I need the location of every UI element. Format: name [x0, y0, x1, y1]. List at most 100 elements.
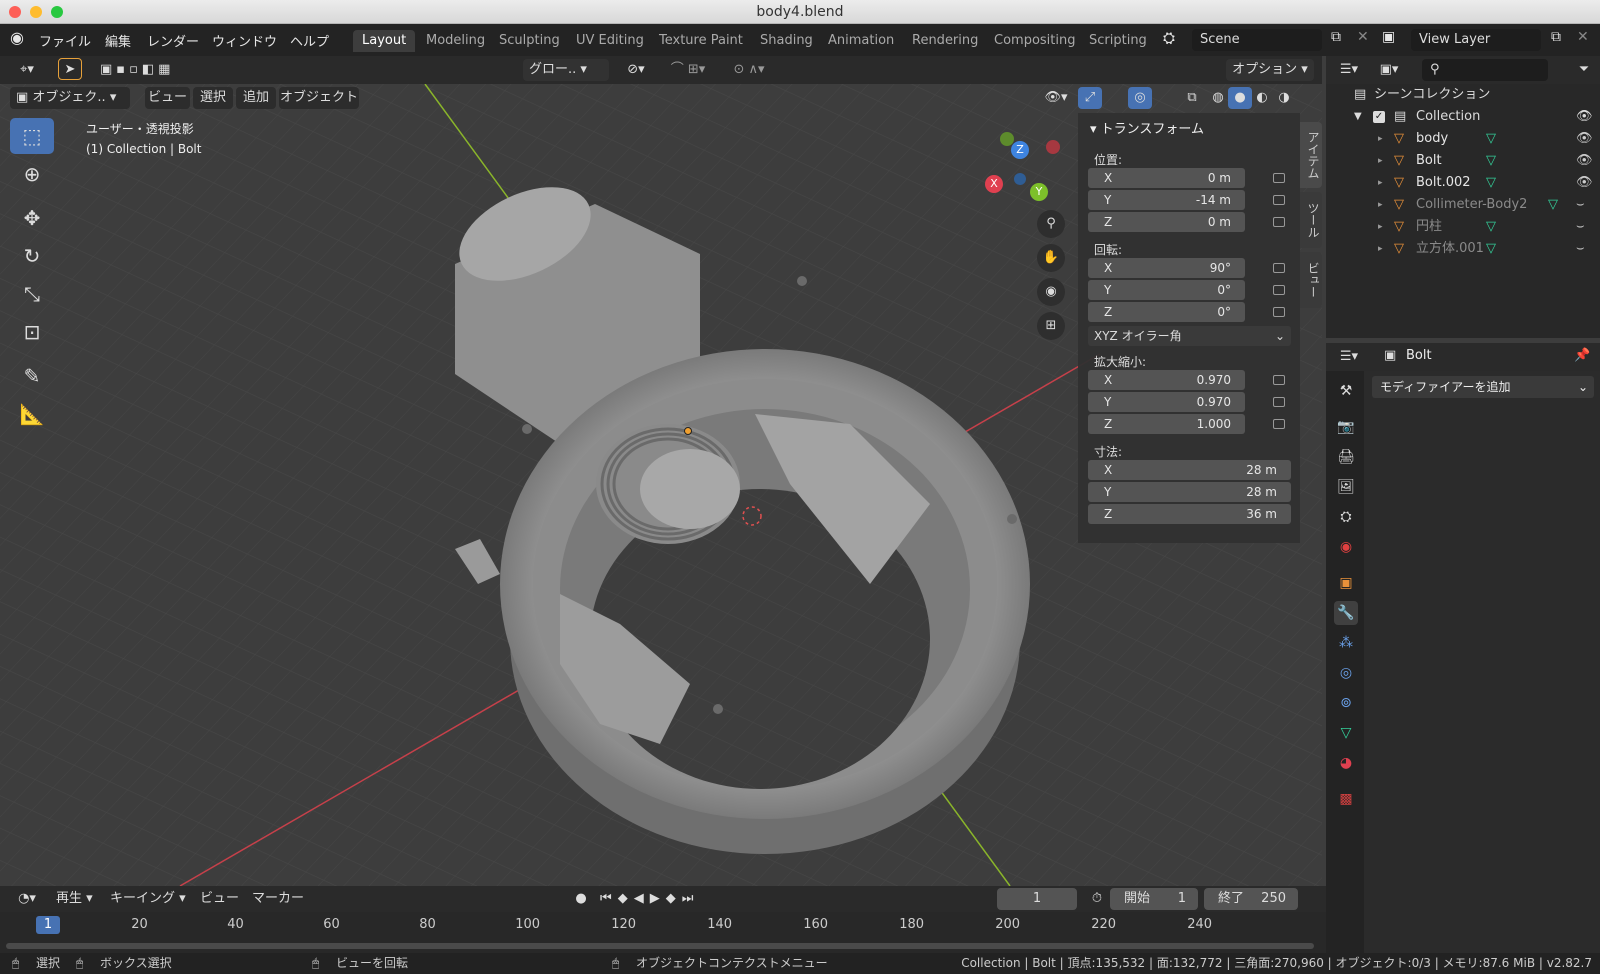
physics-tab-icon[interactable]: ◎	[1334, 661, 1358, 685]
tab-scripting[interactable]: Scripting	[1080, 30, 1156, 52]
end-frame-field[interactable]: 終了 250	[1204, 888, 1298, 910]
lock-icon[interactable]	[1273, 173, 1285, 183]
render-tab-icon[interactable]: 📷	[1334, 415, 1358, 439]
cursor-tool-icon[interactable]: ⊕	[10, 156, 54, 192]
sidebar-tab-item[interactable]: アイテム	[1300, 122, 1322, 188]
material-tab-icon[interactable]: ◕	[1334, 751, 1358, 775]
stopwatch-icon[interactable]: ⏱	[1087, 888, 1107, 910]
ortho-grid-icon[interactable]: ⊞	[1037, 312, 1065, 340]
view-layer-field[interactable]: View Layer	[1411, 29, 1541, 51]
zoom-window-button[interactable]	[51, 6, 63, 18]
menu-object[interactable]: オブジェクト	[279, 87, 359, 109]
properties-editor-type-icon[interactable]: ☰▾	[1332, 346, 1366, 368]
playhead[interactable]: 1	[36, 916, 60, 934]
start-frame-field[interactable]: 開始 1	[1110, 888, 1198, 910]
expand-arrow-icon[interactable]: ▸	[1378, 128, 1383, 150]
menu-render[interactable]: レンダー	[147, 31, 199, 50]
constraints-tab-icon[interactable]: ⊚	[1334, 691, 1358, 715]
eye-icon[interactable]: 👁	[1576, 172, 1593, 194]
mode-dropdown[interactable]: ▣ オブジェク.. ▾	[10, 87, 130, 109]
transform-panel-header[interactable]: ▾ トランスフォーム	[1090, 118, 1204, 137]
visibility-icon[interactable]: 👁▾	[1040, 87, 1072, 109]
display-mode-icon[interactable]: ▣▾	[1372, 59, 1406, 81]
timeline-ruler[interactable]: 1 20 40 60 80 100 120 140 160 180 200 220 240	[0, 912, 1326, 938]
measure-tool-icon[interactable]: 📐	[10, 396, 54, 432]
navigation-gizmo[interactable]: Z X Y	[985, 129, 1060, 204]
add-modifier-dropdown[interactable]: モディファイアーを追加 ⌄	[1372, 376, 1594, 398]
tab-animation[interactable]: Animation	[819, 30, 903, 52]
timeline-scrollbar[interactable]	[6, 943, 1314, 949]
editor-type-icon[interactable]: ☰▾	[1332, 59, 1366, 81]
scene-collection-row[interactable]: ▤ シーンコレクション	[1326, 84, 1600, 106]
xray-icon[interactable]: ⧉	[1180, 87, 1204, 109]
camera-icon[interactable]: ◉	[1037, 278, 1065, 306]
mesh-data-icon[interactable]: ▽	[1486, 172, 1496, 194]
tool-tab-icon[interactable]: ⚒	[1334, 379, 1358, 403]
rotation-y-field[interactable]: Y 0°	[1088, 280, 1245, 300]
menu-window[interactable]: ウィンドウ	[212, 31, 277, 50]
gizmo-x[interactable]: X	[985, 175, 1003, 193]
rotation-x-field[interactable]: X 90°	[1088, 258, 1245, 278]
record-icon[interactable]: ●	[570, 888, 592, 910]
eye-icon[interactable]: 👁	[1576, 106, 1593, 128]
new-view-layer-icon[interactable]: ⧉	[1551, 29, 1561, 45]
lock-icon[interactable]	[1273, 397, 1285, 407]
expand-arrow-icon[interactable]: ▼	[1354, 106, 1362, 128]
lock-icon[interactable]	[1273, 285, 1285, 295]
tab-uv-editing[interactable]: UV Editing	[567, 30, 653, 52]
gizmo-neg-x[interactable]	[1046, 140, 1060, 154]
expand-arrow-icon[interactable]: ▸	[1378, 172, 1383, 194]
gizmo-toggle-icon[interactable]: ⤢	[1078, 87, 1102, 109]
scale-x-field[interactable]: X 0.970	[1088, 370, 1245, 390]
output-tab-icon[interactable]: 🖨	[1334, 445, 1358, 469]
pin-icon[interactable]: 📌	[1574, 348, 1590, 363]
outliner-item-row[interactable]: ▸ ▽ Bolt.002 ▽ 👁	[1326, 172, 1600, 194]
expand-arrow-icon[interactable]: ▸	[1378, 150, 1383, 172]
outliner-item-row[interactable]: ▸ ▽ 円柱 ▽ ⌣	[1326, 216, 1600, 238]
menu-file[interactable]: ファイル	[39, 31, 91, 50]
data-tab-icon[interactable]: ▽	[1334, 721, 1358, 745]
dimension-x-field[interactable]: X 28 m	[1088, 460, 1291, 480]
playback-controls[interactable]: ⏮◆◀▶◆⏭	[600, 888, 732, 910]
expand-arrow-icon[interactable]: ▸	[1378, 216, 1383, 238]
tab-modeling[interactable]: Modeling	[417, 30, 494, 52]
move-tool-icon[interactable]: ✥	[10, 200, 54, 236]
material-shading-icon[interactable]: ◐	[1250, 87, 1274, 109]
rotation-mode-dropdown[interactable]: XYZ オイラー角 ⌄	[1088, 326, 1291, 346]
new-scene-icon[interactable]: ⧉	[1331, 29, 1341, 45]
scene-field[interactable]: Scene	[1192, 29, 1322, 51]
location-z-field[interactable]: Z0 m	[1088, 212, 1245, 232]
tab-compositing[interactable]: Compositing	[985, 30, 1085, 52]
rotate-tool-icon[interactable]: ↻	[10, 238, 54, 274]
mesh-data-icon[interactable]: ▽	[1486, 128, 1496, 150]
modifier-tab-icon[interactable]: 🔧	[1334, 601, 1358, 625]
tab-layout[interactable]: Layout	[353, 30, 416, 52]
collection-row[interactable]: ▼ ✓ ▤ Collection 👁	[1326, 106, 1600, 128]
scale-y-field[interactable]: Y 0.970	[1088, 392, 1245, 412]
menu-edit[interactable]: 編集	[105, 31, 131, 50]
blender-logo-icon[interactable]: ◉	[10, 28, 24, 47]
lock-icon[interactable]	[1273, 307, 1285, 317]
tab-rendering[interactable]: Rendering	[903, 30, 987, 52]
particles-tab-icon[interactable]: ⁂	[1334, 631, 1358, 655]
lock-icon[interactable]	[1273, 217, 1285, 227]
timeline-editor-icon[interactable]: ◔▾	[10, 888, 44, 910]
pivot-icon[interactable]: ⊘▾	[620, 59, 652, 81]
outliner-search-input[interactable]: ⚲	[1422, 59, 1548, 81]
eye-icon[interactable]: 👁	[1576, 150, 1593, 172]
options-dropdown[interactable]: オプション ▾	[1226, 59, 1314, 81]
sidebar-tab-tool[interactable]: ツール	[1300, 192, 1322, 248]
expand-arrow-icon[interactable]: ▸	[1378, 238, 1383, 260]
eye-closed-icon[interactable]: ⌣	[1576, 194, 1585, 216]
outliner-item-row[interactable]: ▸ ▽ Collimeter-Body2 ▽ ⌣	[1326, 194, 1600, 216]
current-frame-field[interactable]: 1	[997, 888, 1077, 910]
world-tab-icon[interactable]: ◉	[1334, 535, 1358, 559]
eye-icon[interactable]: 👁	[1576, 128, 1593, 150]
menu-timeline-view[interactable]: ビュー	[200, 888, 239, 910]
menu-playback[interactable]: 再生 ▾	[56, 888, 93, 910]
proportional-edit-icon[interactable]: ⊙ ∧▾	[724, 59, 774, 81]
gizmo-y[interactable]: Y	[1030, 183, 1048, 201]
eye-closed-icon[interactable]: ⌣	[1576, 216, 1585, 238]
collection-checkbox[interactable]: ✓	[1373, 111, 1385, 123]
scale-tool-icon[interactable]: ⤡	[10, 276, 54, 312]
